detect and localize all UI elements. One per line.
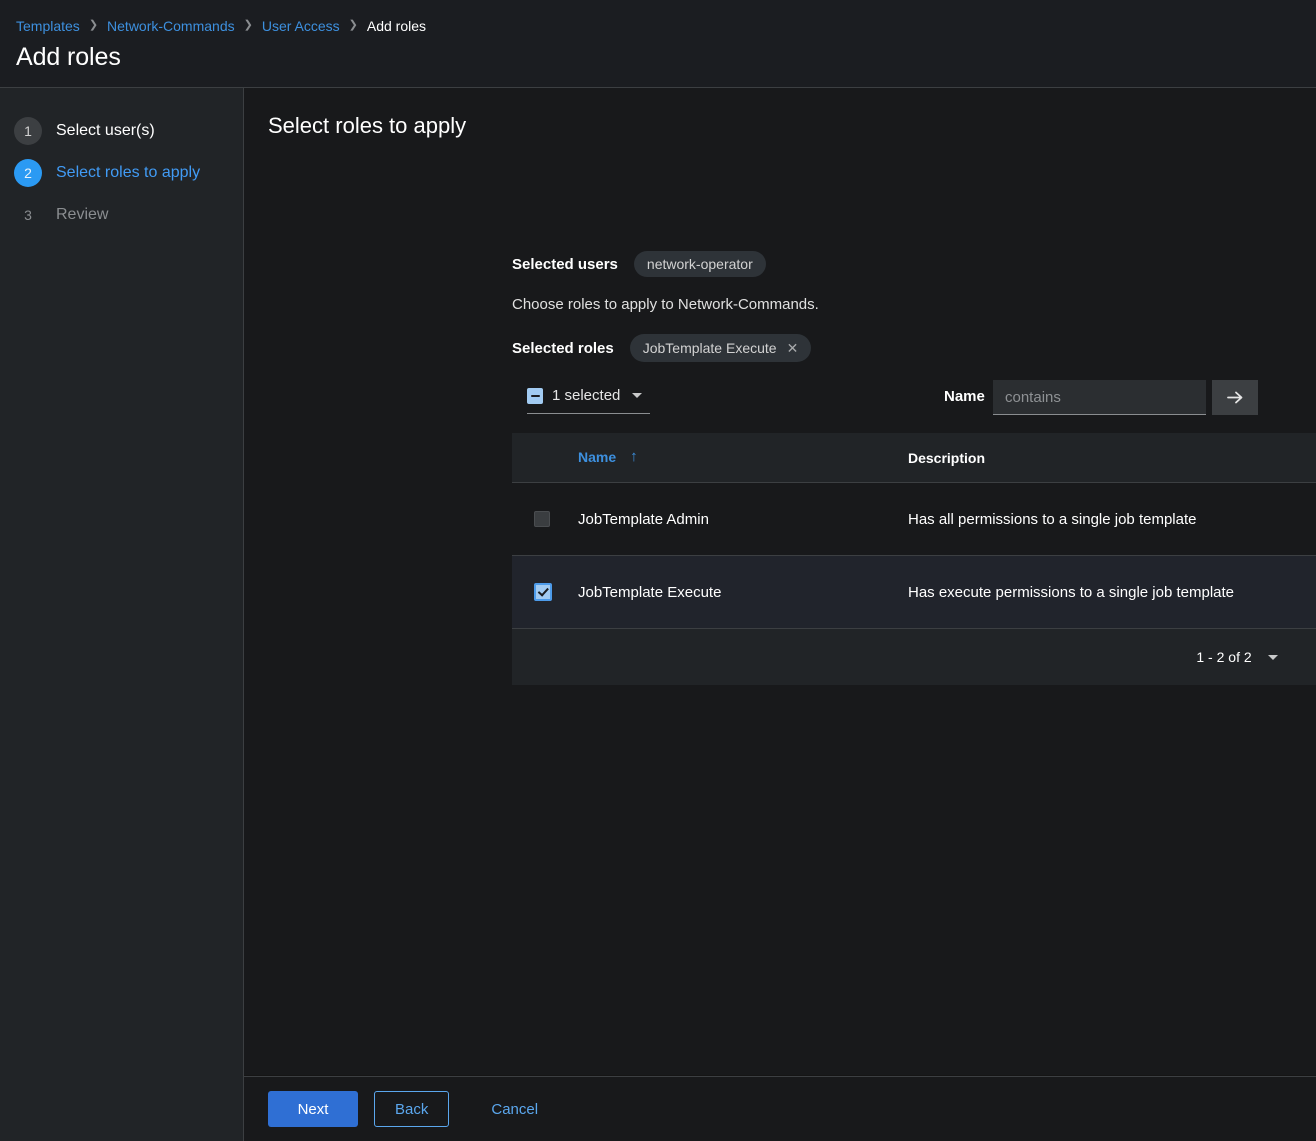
selected-roles-label: Selected roles (512, 339, 614, 357)
bottom-pagination-count: 1 - 2 of 2 (1196, 649, 1252, 665)
breadcrumb: Templates ❯ Network-Commands ❯ User Acce… (16, 17, 426, 35)
breadcrumb-item-network-commands[interactable]: Network-Commands (107, 17, 235, 35)
step-number-badge: 1 (14, 117, 42, 145)
sort-ascending-icon: ↑ (630, 448, 638, 465)
bulk-select-dropdown[interactable]: 1 selected (527, 378, 651, 414)
page-title: Add roles (16, 43, 121, 71)
row-name: JobTemplate Execute (578, 583, 722, 601)
name-filter-input[interactable] (993, 380, 1206, 415)
roles-table: Name ↑ Description JobTemplate Admin Has… (512, 433, 1316, 685)
main-content: Select roles to apply Selected users net… (244, 88, 1316, 1075)
wizard-step-label: Select roles to apply (56, 164, 201, 181)
wizard-footer: Next Back Cancel (244, 1076, 1316, 1141)
breadcrumb-separator-icon: ❯ (348, 19, 358, 31)
wizard-step-review[interactable]: 3 Review (0, 194, 243, 236)
wizard-step-select-roles[interactable]: 2 Select roles to apply (0, 152, 243, 194)
breadcrumb-item-add-roles: Add roles (366, 18, 427, 34)
selected-user-chip: network-operator (633, 251, 766, 277)
breadcrumb-separator-icon: ❯ (88, 19, 99, 31)
row-select-cell[interactable] (512, 583, 578, 601)
selected-role-chip: JobTemplate Execute ✕ (629, 334, 812, 362)
table-toolbar: 1 selected Name Sort Name (512, 376, 1316, 420)
selected-role-chip-label: JobTemplate Execute (642, 340, 777, 356)
chevron-down-icon[interactable] (632, 393, 643, 398)
search-submit-button[interactable] (1212, 380, 1258, 415)
bulk-select-label: 1 selected (552, 387, 621, 404)
breadcrumb-separator-icon: ❯ (243, 19, 253, 31)
selected-roles-row: Selected roles JobTemplate Execute ✕ (512, 334, 812, 362)
choose-roles-description: Choose roles to apply to Network-Command… (512, 296, 819, 313)
row-checkbox-checked-icon[interactable] (534, 583, 552, 601)
row-select-cell[interactable] (512, 511, 578, 527)
next-button[interactable]: Next (268, 1091, 358, 1127)
page-header: Templates ❯ Network-Commands ❯ User Acce… (0, 0, 1316, 88)
bottom-pagination: 1 - 2 of 2 « ‹ of 1 › » (512, 629, 1316, 685)
wizard-step-select-users[interactable]: 1 Select user(s) (0, 110, 243, 152)
wizard-step-nav: 1 Select user(s) 2 Select roles to apply… (0, 88, 244, 1141)
column-header-description: Description (908, 449, 986, 466)
column-header-name-label: Name (578, 448, 617, 465)
chevron-down-icon[interactable] (1267, 654, 1278, 660)
selected-users-label: Selected users (512, 255, 618, 273)
breadcrumb-item-templates[interactable]: Templates (16, 17, 80, 35)
column-header-name[interactable]: Name ↑ (578, 449, 638, 465)
wizard-step-label: Select user(s) (56, 122, 155, 139)
table-row[interactable]: JobTemplate Admin Has all permissions to… (512, 483, 1316, 556)
step-number-badge: 2 (14, 159, 42, 187)
breadcrumb-item-user-access[interactable]: User Access (262, 17, 340, 35)
table-row[interactable]: JobTemplate Execute Has execute permissi… (512, 556, 1316, 629)
bulk-select-checkbox-indeterminate-icon[interactable] (527, 387, 543, 404)
back-button[interactable]: Back (374, 1091, 450, 1127)
row-description: Has all permissions to a single job temp… (908, 510, 1197, 528)
step-number-badge: 3 (24, 207, 32, 223)
table-header-row: Name ↑ Description (512, 433, 1316, 483)
chip-close-icon[interactable]: ✕ (787, 341, 799, 355)
selected-users-row: Selected users network-operator (512, 251, 766, 277)
arrow-right-icon (1226, 391, 1242, 404)
section-title: Select roles to apply (268, 113, 467, 138)
row-checkbox-unchecked-icon[interactable] (534, 511, 550, 527)
cancel-button[interactable]: Cancel (479, 1091, 550, 1127)
name-filter-label: Name (944, 388, 985, 405)
wizard-step-label: Review (56, 206, 109, 223)
row-description: Has execute permissions to a single job … (908, 583, 1235, 601)
row-name: JobTemplate Admin (578, 510, 709, 528)
